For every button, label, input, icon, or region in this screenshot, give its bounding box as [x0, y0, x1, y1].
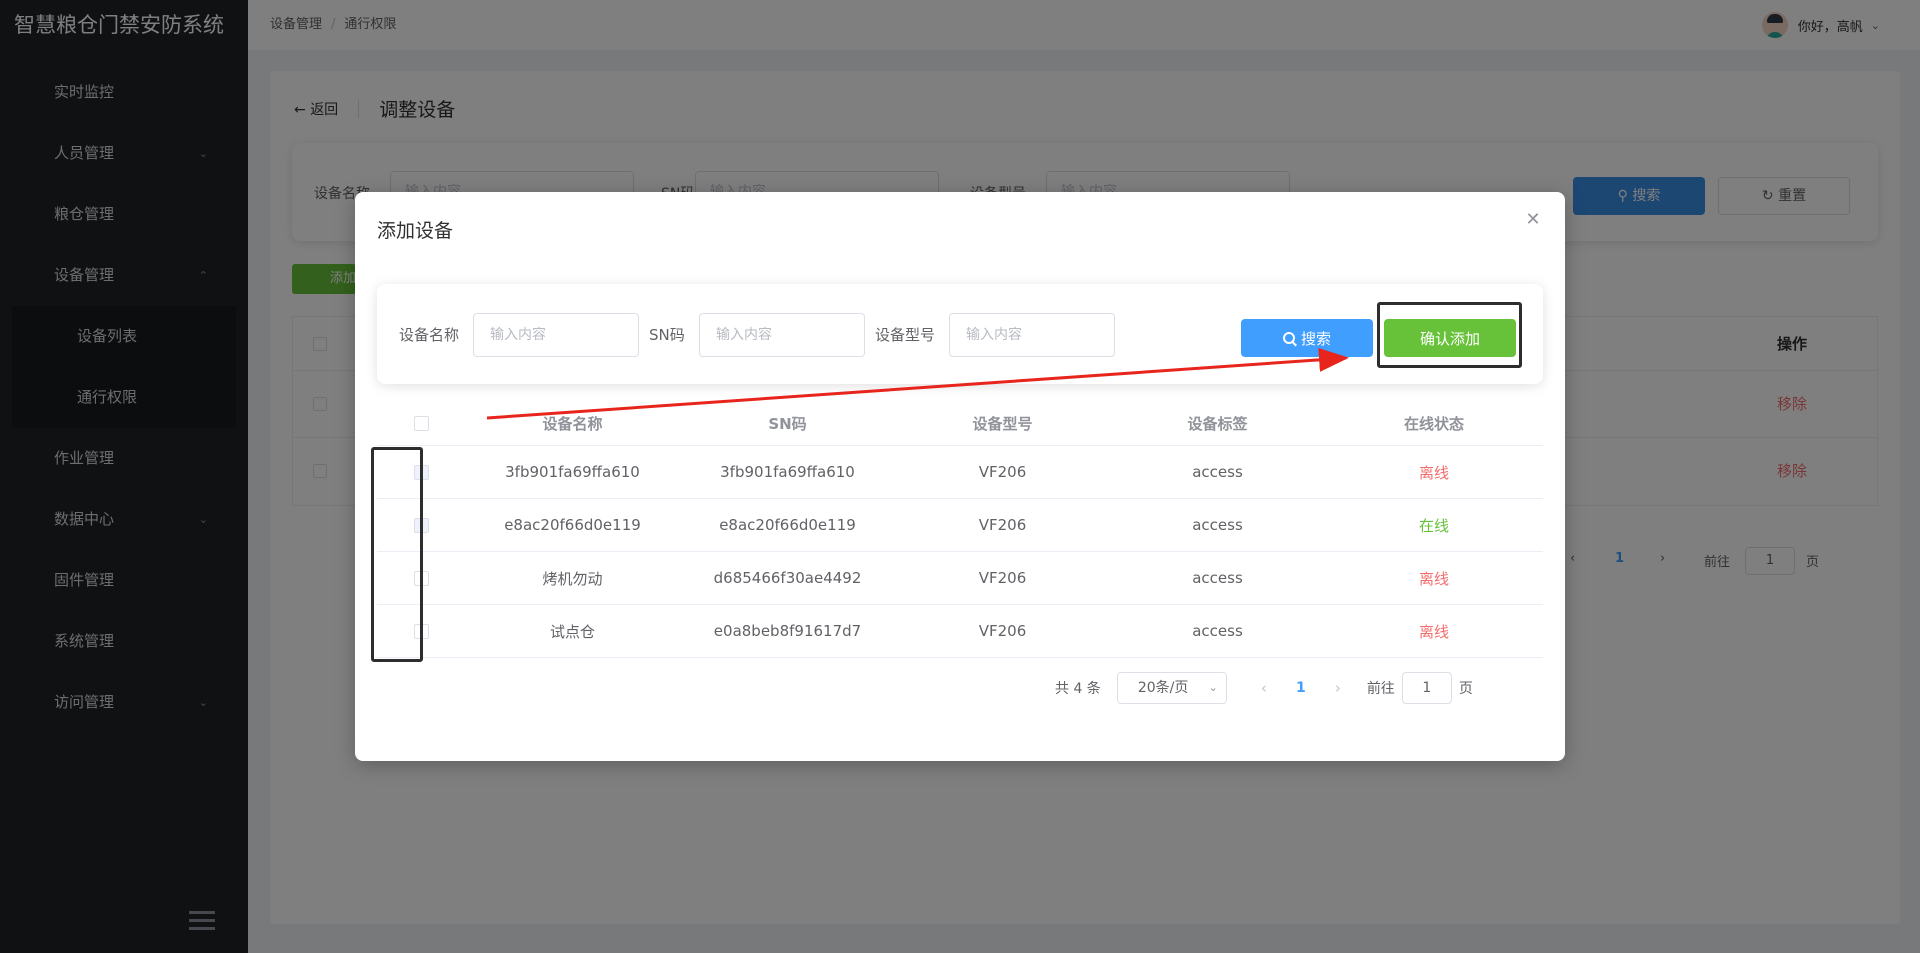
annotation-arrow	[486, 347, 1349, 420]
